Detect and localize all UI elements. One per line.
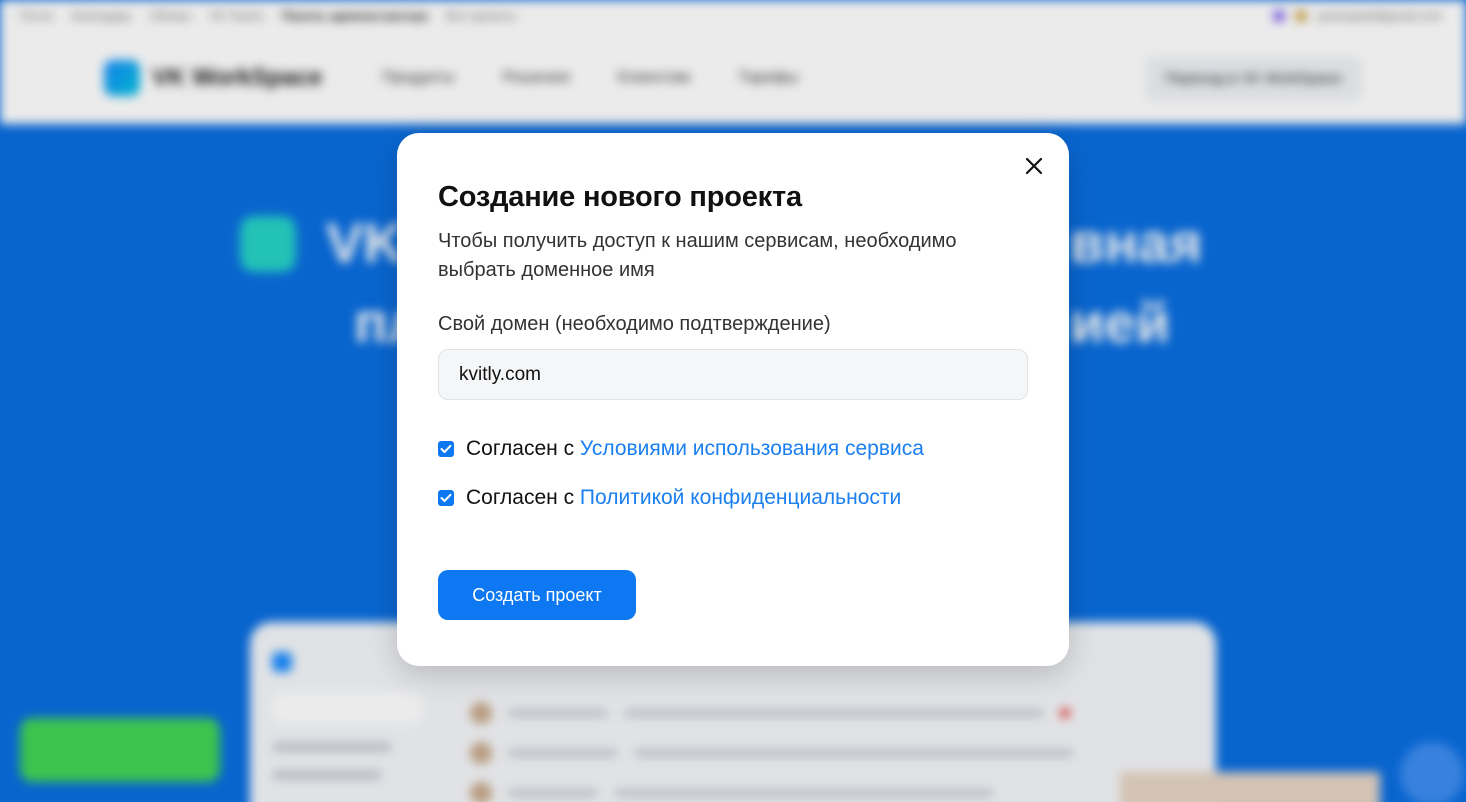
close-icon (1025, 157, 1043, 175)
dialog-title: Создание нового проекта (438, 181, 802, 213)
dialog-subtitle: Чтобы получить доступ к нашим сервисам, … (438, 230, 957, 281)
terms-checkbox[interactable] (438, 441, 454, 457)
terms-consent-prefix: Согласен с (466, 437, 580, 460)
checkmark-icon (440, 444, 452, 453)
close-button[interactable] (1019, 151, 1049, 181)
checkmark-icon (440, 493, 452, 502)
create-project-button[interactable]: Создать проект (438, 570, 636, 620)
page: Почта Календарь Облако VK Teams Панель а… (0, 0, 1466, 802)
privacy-policy-link[interactable]: Политикой конфиденциальности (580, 486, 901, 510)
domain-field-label: Свой домен (необходимо подтверждение) (438, 313, 831, 335)
terms-of-service-link[interactable]: Условиями использования сервиса (580, 437, 924, 461)
terms-consent-row: Согласен с Условиями использования серви… (438, 437, 924, 461)
privacy-checkbox[interactable] (438, 490, 454, 506)
privacy-consent-prefix: Согласен с (466, 486, 580, 509)
create-project-dialog: Создание нового проекта Чтобы получить д… (397, 133, 1069, 666)
domain-input[interactable] (438, 349, 1028, 400)
privacy-consent-row: Согласен с Политикой конфиденциальности (438, 486, 901, 510)
